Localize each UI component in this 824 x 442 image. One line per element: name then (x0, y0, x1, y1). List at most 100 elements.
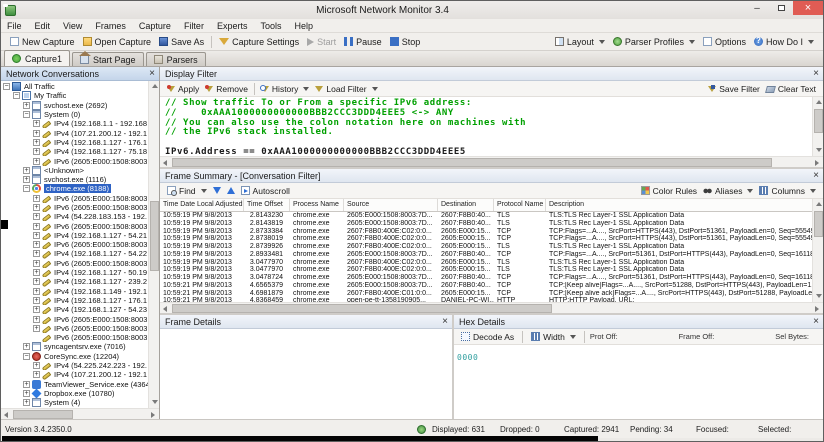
scroll-down-icon[interactable] (813, 145, 823, 156)
expand-icon[interactable] (23, 389, 30, 397)
expand-icon[interactable] (33, 362, 40, 370)
open-capture-button[interactable]: Open Capture (79, 34, 156, 50)
close-panel-icon[interactable] (438, 316, 452, 327)
save-as-button[interactable]: Save As (155, 34, 208, 50)
close-panel-icon[interactable] (809, 68, 823, 79)
expand-icon[interactable] (33, 259, 40, 267)
expand-icon[interactable] (33, 250, 40, 258)
collapse-icon[interactable] (23, 352, 30, 360)
table-row[interactable]: 10:59:19 PM 9/8/2013 2.8738019 chrome.exe 2… (160, 235, 812, 243)
pause-button[interactable]: Pause (340, 34, 386, 50)
column-header-time-offset[interactable]: Time Offset (244, 199, 290, 211)
expand-icon[interactable] (33, 241, 40, 249)
tree-item[interactable]: IPv6 (2605:E000:1508:8003 (1, 194, 148, 203)
expand-icon[interactable] (33, 315, 40, 323)
menu-experts[interactable]: Experts (217, 21, 248, 31)
tree-item[interactable]: IPv4 (54.225.242.223 - 192. (1, 361, 148, 371)
scroll-right-icon[interactable] (812, 157, 823, 167)
column-header-time-date-local-adjusted[interactable]: Time Date Local Adjusted (160, 199, 244, 211)
close-panel-icon[interactable] (809, 316, 823, 327)
tree-item[interactable]: IPv4 (192.168.1.149 - 192.1 (1, 287, 148, 296)
table-row[interactable]: 10:59:19 PM 9/8/2013 2.8143819 chrome.exe 2… (160, 220, 812, 228)
maximize-button[interactable] (769, 1, 793, 15)
table-row[interactable]: 10:59:19 PM 9/8/2013 3.0478724 chrome.exe 2… (160, 274, 812, 282)
color-rules-button[interactable]: Color Rules (638, 184, 700, 198)
scroll-up-icon[interactable] (149, 81, 159, 92)
columns-button[interactable]: Columns (756, 184, 819, 198)
expand-icon[interactable] (33, 306, 40, 314)
expand-icon[interactable] (23, 101, 30, 109)
expand-icon[interactable] (33, 148, 40, 156)
expand-icon[interactable] (23, 343, 30, 351)
close-panel-icon[interactable] (145, 68, 159, 79)
remove-button[interactable]: Remove (202, 82, 251, 96)
tree-item[interactable]: My Traffic (1, 91, 148, 101)
load-filter-button[interactable]: Load Filter (312, 82, 380, 96)
tab-capture1[interactable]: Capture1 (4, 50, 71, 66)
tree-item[interactable]: IPv4 (192.168.1.127 - 75.18 (1, 147, 148, 157)
tree-item[interactable]: System (0) (1, 110, 148, 120)
tab-start-page[interactable]: Start Page (72, 51, 144, 66)
menu-capture[interactable]: Capture (139, 21, 171, 31)
scroll-thumb[interactable] (172, 304, 552, 313)
expand-icon[interactable] (23, 380, 30, 388)
tree-item[interactable]: Dropbox.exe (10780) (1, 388, 148, 399)
column-header-process-name[interactable]: Process Name (290, 199, 344, 211)
minimize-button[interactable] (745, 1, 769, 15)
tree-item[interactable]: IPv6 (2605:E000:1508:8003 (1, 156, 148, 166)
column-header-description[interactable]: Description (546, 199, 812, 211)
find-previous-button[interactable] (224, 184, 238, 198)
frames-vscrollbar[interactable] (812, 199, 823, 302)
tree-item[interactable]: IPv6 (2605:E000:1508:8003 (1, 203, 148, 213)
close-panel-icon[interactable] (809, 170, 823, 181)
scroll-right-icon[interactable] (812, 303, 823, 313)
table-row[interactable]: 10:59:21 PM 9/8/2013 4.6565379 chrome.exe 2… (160, 282, 812, 290)
decode-as-button[interactable]: Decode As (458, 330, 517, 344)
scroll-down-icon[interactable] (149, 397, 159, 408)
aliases-button[interactable]: Aliases (700, 184, 756, 198)
how-do-i-button[interactable]: How Do I (750, 34, 818, 50)
expand-icon[interactable] (33, 120, 40, 128)
tree-item[interactable]: IPv4 (192.168.1.1 - 192.168 (1, 119, 148, 129)
filter-editor[interactable]: // Show traffic To or From a specific IP… (160, 97, 812, 156)
layout-button[interactable]: Layout (551, 34, 609, 50)
column-header-protocol-name[interactable]: Protocol Name (494, 199, 546, 211)
find-next-button[interactable] (210, 184, 224, 198)
tree-item[interactable]: IPv4 (192.168.1.127 - 54.23 (1, 305, 148, 315)
scroll-thumb[interactable] (172, 158, 772, 167)
tree-vscrollbar[interactable] (148, 81, 159, 408)
expand-icon[interactable] (33, 204, 40, 211)
expand-icon[interactable] (33, 296, 40, 304)
tree-item[interactable]: svchost.exe (2692) (1, 100, 148, 110)
new-capture-button[interactable]: New Capture (6, 34, 79, 50)
autoscroll-button[interactable]: Autoscroll (238, 184, 293, 198)
table-row[interactable]: 10:59:19 PM 9/8/2013 2.8739926 chrome.exe 2… (160, 243, 812, 251)
width-button[interactable]: Width (528, 330, 579, 344)
expand-icon[interactable] (33, 213, 40, 221)
tree-item[interactable]: svchost.exe (1116) (1, 175, 148, 185)
table-row[interactable]: 10:59:19 PM 9/8/2013 2.8143230 chrome.exe 2… (160, 212, 812, 220)
tree-item[interactable]: IPv4 (107.21.200.12 - 192.1 (1, 128, 148, 138)
expand-icon[interactable] (33, 129, 40, 137)
options-button[interactable]: Options (699, 34, 750, 50)
stop-button[interactable]: Stop (386, 34, 425, 50)
tree-item[interactable]: TeamViewer_Service.exe (4364) (1, 379, 148, 389)
parser-profiles-button[interactable]: Parser Profiles (609, 34, 699, 50)
close-button[interactable] (793, 1, 823, 15)
menu-filter[interactable]: Filter (184, 21, 204, 31)
expand-icon[interactable] (33, 222, 40, 230)
save-filter-button[interactable]: Save Filter (705, 82, 763, 96)
tree-item[interactable]: IPv4 (192.168.1.127 - 176.1 (1, 138, 148, 148)
history-button[interactable]: History (258, 82, 312, 96)
menu-file[interactable]: File (7, 21, 22, 31)
tree-item[interactable]: All Traffic (1, 82, 148, 92)
scroll-left-icon[interactable] (1, 409, 12, 419)
scroll-down-icon[interactable] (813, 291, 823, 302)
expand-icon[interactable] (33, 157, 40, 165)
menu-tools[interactable]: Tools (260, 21, 281, 31)
tree-item[interactable]: CoreSync.exe (12204) (1, 351, 148, 361)
scroll-left-icon[interactable] (160, 303, 171, 313)
hex-details-body[interactable]: 0000 (454, 345, 823, 419)
expand-icon[interactable] (33, 269, 40, 277)
expand-icon[interactable] (33, 231, 40, 239)
